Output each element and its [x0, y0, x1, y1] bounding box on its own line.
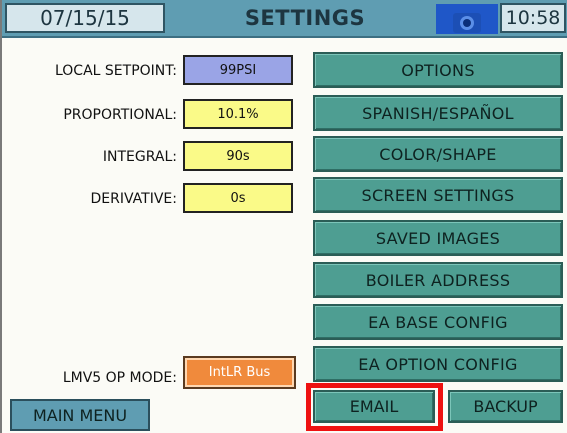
ea-option-config-button[interactable]: EA OPTION CONFIG: [313, 346, 563, 382]
settings-screen: 07/15/15 SETTINGS 10:58 LOCAL SETPOINT: …: [0, 0, 567, 433]
derivative-label: DERIVATIVE:: [90, 191, 177, 207]
op-mode-label: LMV5 OP MODE:: [62, 370, 177, 386]
main-menu-button[interactable]: MAIN MENU: [10, 399, 150, 431]
local-setpoint-value[interactable]: 99PSI: [183, 55, 293, 85]
options-button[interactable]: OPTIONS: [313, 52, 563, 88]
saved-images-button[interactable]: SAVED IMAGES: [313, 220, 563, 256]
boiler-address-button[interactable]: BOILER ADDRESS: [313, 262, 563, 298]
local-setpoint-label: LOCAL SETPOINT:: [54, 63, 177, 79]
page-title: SETTINGS: [244, 6, 366, 30]
proportional-value[interactable]: 10.1%: [183, 99, 293, 129]
screen-settings-button[interactable]: SCREEN SETTINGS: [313, 177, 563, 213]
integral-value[interactable]: 90s: [183, 141, 293, 171]
language-button[interactable]: SPANISH/ESPAÑOL: [313, 95, 563, 131]
color-shape-button[interactable]: COLOR/SHAPE: [313, 136, 563, 172]
time-display: 10:58: [500, 3, 566, 33]
ea-base-config-button[interactable]: EA BASE CONFIG: [313, 304, 563, 340]
email-highlight-box: [306, 383, 443, 431]
camera-icon: [453, 13, 481, 33]
backup-button[interactable]: BACKUP: [448, 390, 563, 423]
proportional-label: PROPORTIONAL:: [63, 107, 177, 123]
header-bar: 07/15/15 SETTINGS 10:58: [2, 0, 567, 38]
date-display: 07/15/15: [5, 3, 165, 33]
op-mode-value[interactable]: IntLR Bus: [183, 356, 296, 389]
integral-label: INTEGRAL:: [102, 149, 177, 165]
derivative-value[interactable]: 0s: [183, 183, 293, 213]
screenshot-button[interactable]: [436, 4, 498, 34]
